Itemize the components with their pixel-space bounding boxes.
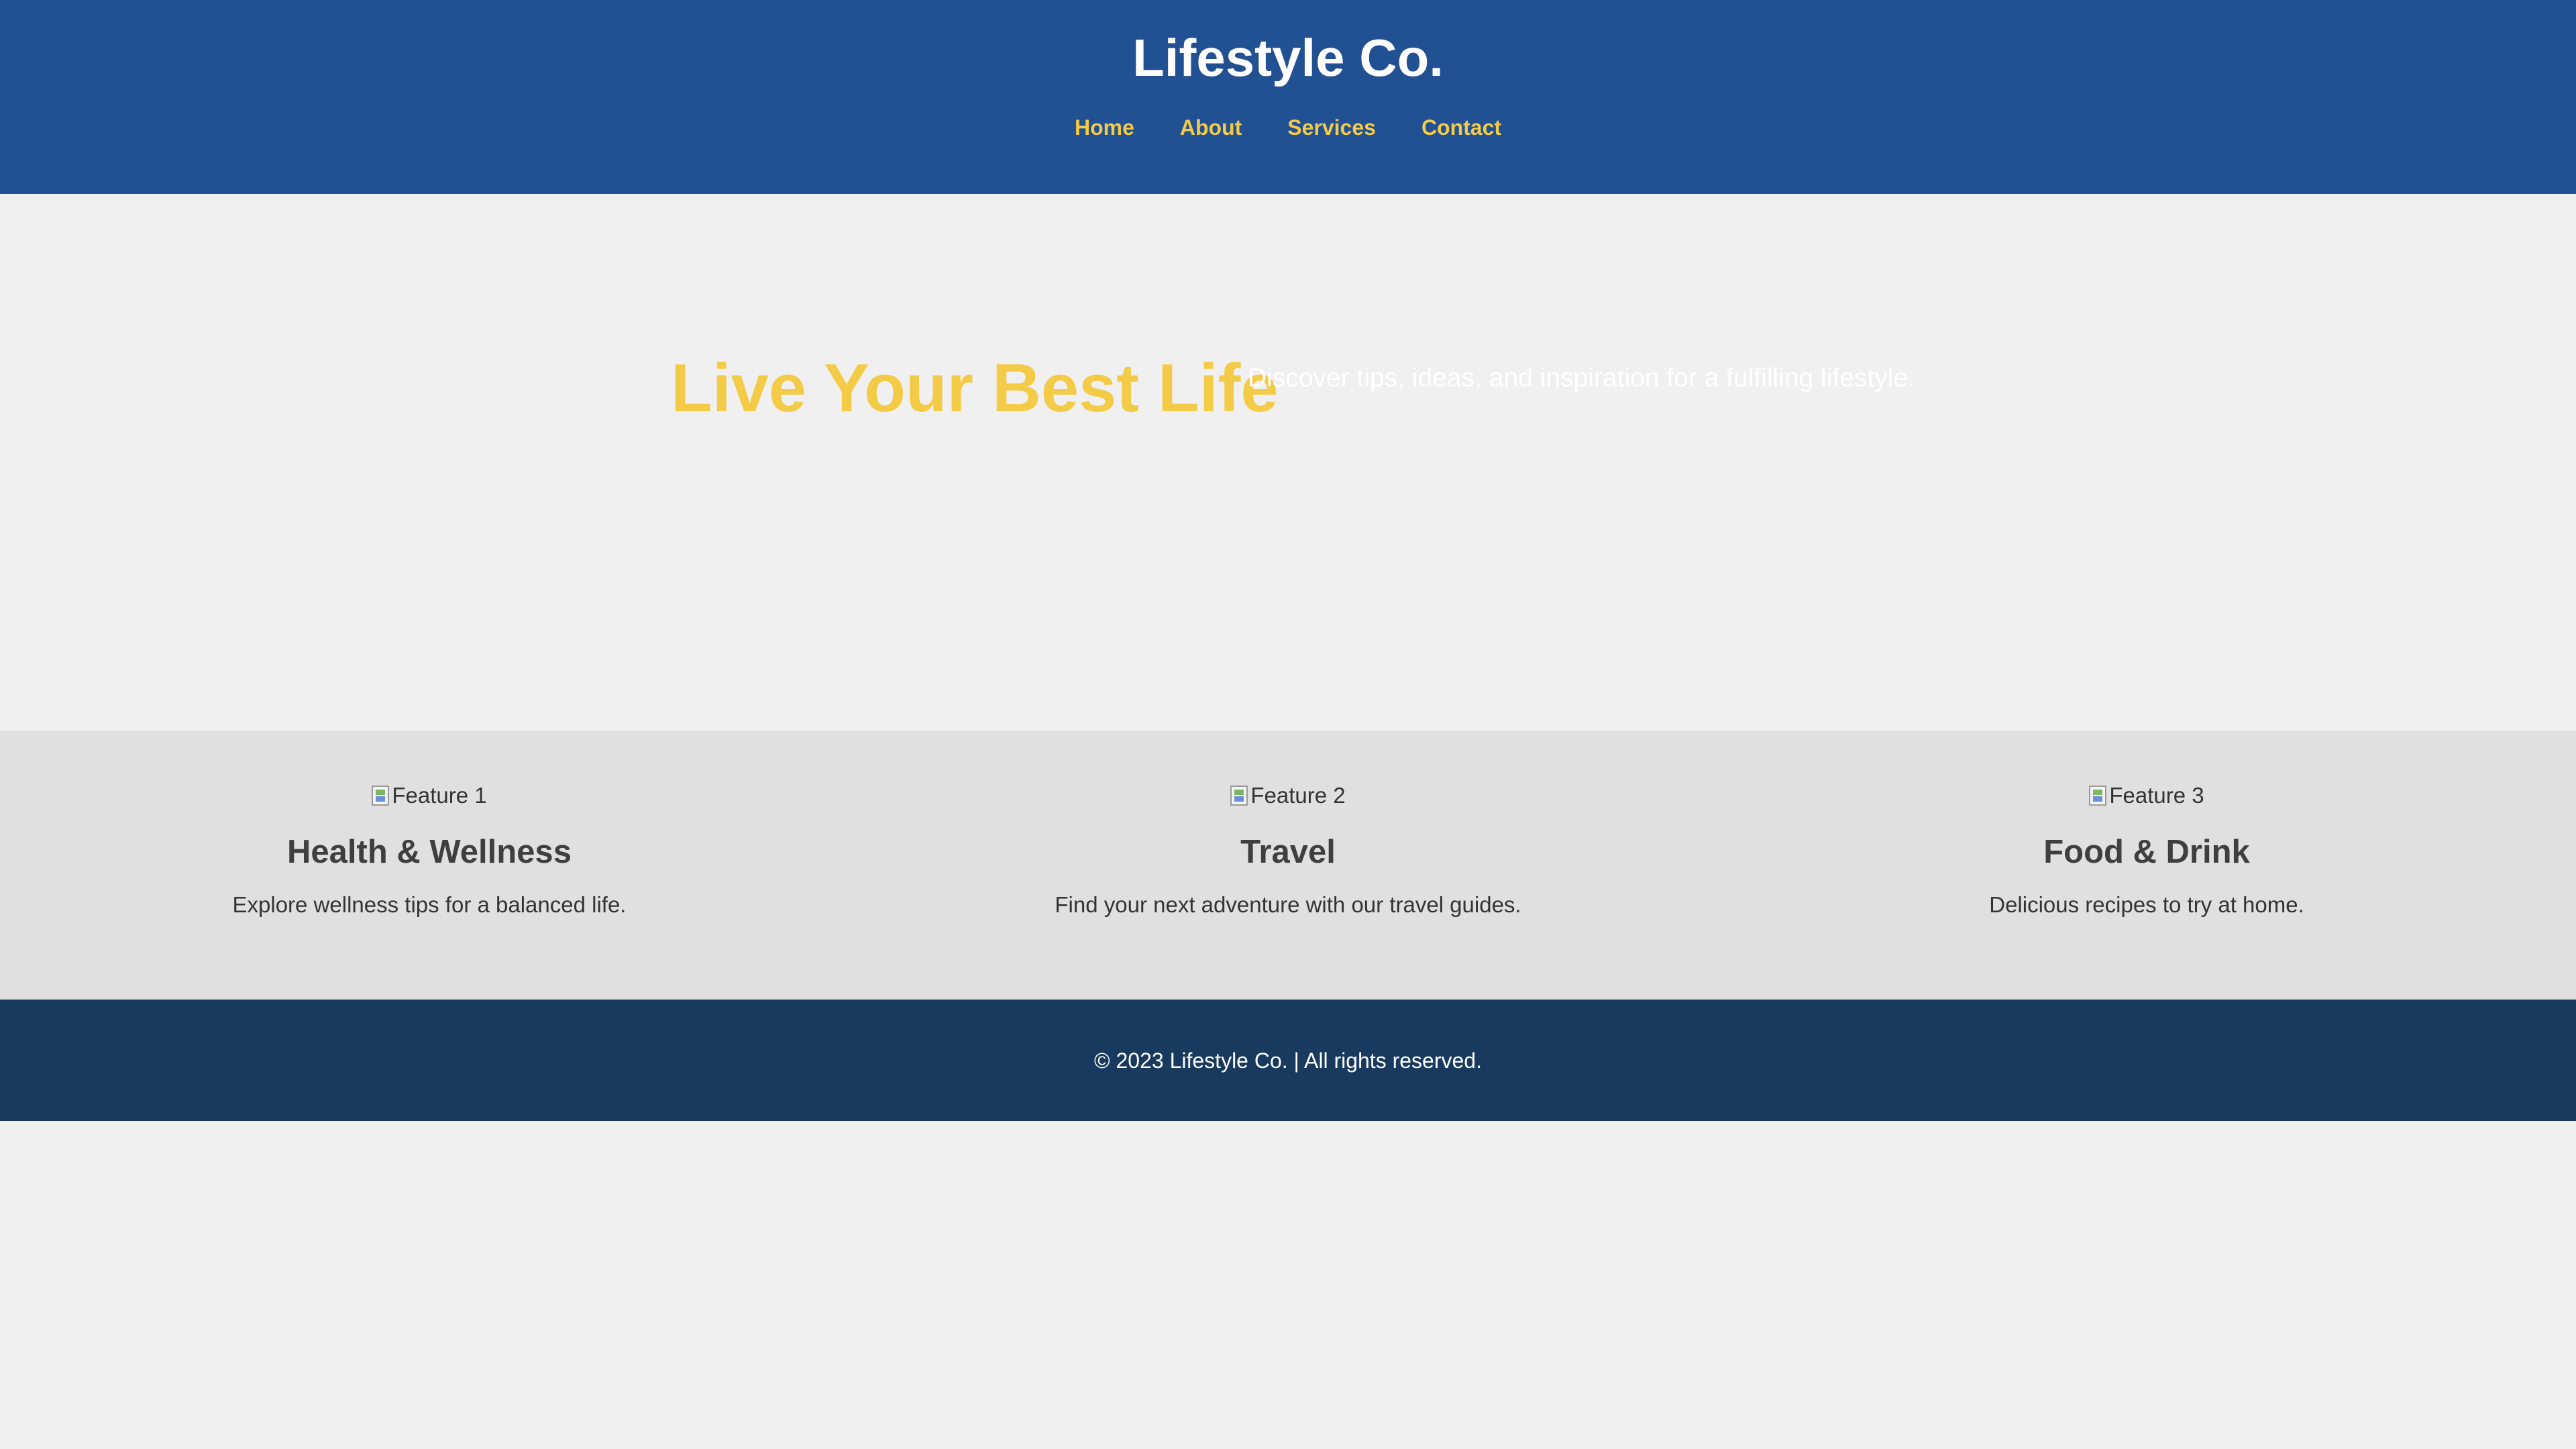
broken-image-icon [2089,786,2107,806]
nav-link-services[interactable]: Services [1287,113,1376,142]
feature-title: Travel [1240,834,1336,870]
feature-title: Health & Wellness [287,834,572,870]
site-brand[interactable]: Lifestyle Co. [0,24,2576,91]
hero-title: Live Your Best Life [671,351,1279,426]
feature-image-alt: Feature 1 [392,783,487,808]
site-footer: © 2023 Lifestyle Co. | All rights reserv… [0,1000,2576,1121]
feature-title: Food & Drink [2043,834,2250,870]
feature-image-alt: Feature 2 [1250,783,1346,808]
feature-card-travel: Feature 2 Travel Find your next adventur… [859,731,1717,1000]
feature-description: Find your next adventure with our travel… [1055,892,1521,917]
feature-image-alt: Feature 3 [2109,783,2204,808]
hero-section: Live Your Best Life Discover tips, ideas… [0,194,2576,731]
feature-card-health: Feature 1 Health & Wellness Explore well… [0,731,859,1000]
feature-image: Feature 2 [1230,782,1346,809]
feature-image: Feature 3 [2089,782,2204,809]
nav-link-home[interactable]: Home [1075,113,1134,142]
feature-description: Explore wellness tips for a balanced lif… [232,892,627,917]
site-header: Lifestyle Co. Home About Services Contac… [0,0,2576,194]
footer-copyright: © 2023 Lifestyle Co. | All rights reserv… [1094,1048,1482,1073]
page-background [0,1121,2576,1449]
nav-link-contact[interactable]: Contact [1421,113,1501,142]
hero-subtitle: Discover tips, ideas, and inspiration fo… [1248,364,1915,392]
nav-link-about[interactable]: About [1180,113,1242,142]
feature-description: Delicious recipes to try at home. [1989,892,2304,917]
main-nav: Home About Services Contact [0,113,2576,142]
broken-image-icon [372,786,390,806]
features-section: Feature 1 Health & Wellness Explore well… [0,731,2576,1000]
feature-card-food: Feature 3 Food & Drink Delicious recipes… [1717,731,2576,1000]
broken-image-icon [1230,786,1248,806]
feature-image: Feature 1 [372,782,487,809]
